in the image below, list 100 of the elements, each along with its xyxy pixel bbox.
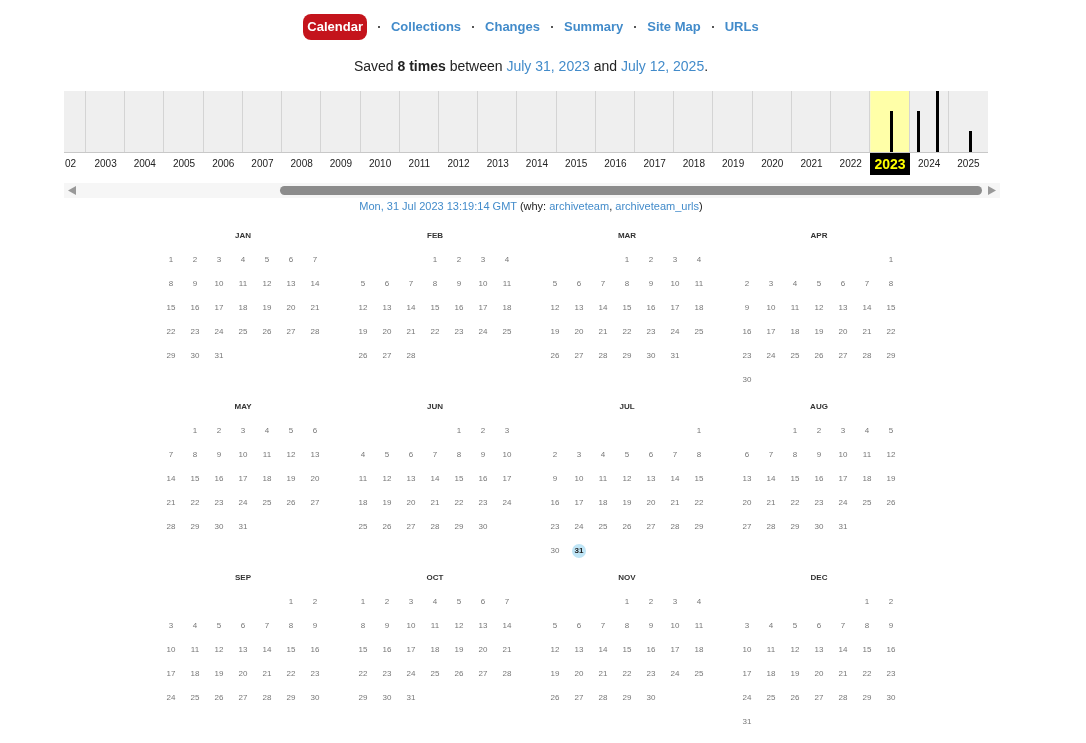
year-label[interactable]: 2018 bbox=[682, 158, 705, 170]
year-label[interactable]: 2006 bbox=[212, 158, 235, 170]
calendar-day: 12 bbox=[382, 474, 392, 484]
calendar-day: 22 bbox=[286, 669, 296, 679]
calendar-day: 16 bbox=[310, 645, 320, 655]
calendar-day: 9 bbox=[312, 621, 318, 631]
calendar-day: 17 bbox=[502, 474, 512, 484]
scrollbar-thumb[interactable] bbox=[280, 186, 982, 195]
calendar-day: 27 bbox=[574, 693, 584, 703]
calendar-day: 9 bbox=[648, 621, 654, 631]
calendar-day: 8 bbox=[192, 450, 198, 460]
calendar-day: 23 bbox=[646, 669, 656, 679]
year-label[interactable]: 2017 bbox=[643, 158, 666, 170]
calendar-day: 11 bbox=[790, 303, 800, 313]
year-label[interactable]: 02 bbox=[64, 158, 77, 170]
calendar-day: 21 bbox=[838, 669, 848, 679]
calendar-day: 3 bbox=[168, 621, 174, 631]
scroll-right-icon[interactable] bbox=[988, 186, 996, 195]
calendar-day: 7 bbox=[504, 597, 510, 607]
scrollbar-track[interactable] bbox=[64, 183, 1000, 198]
calendar-day: 17 bbox=[838, 474, 848, 484]
year-label[interactable]: 2025 bbox=[957, 158, 980, 170]
calendar-day: 12 bbox=[262, 279, 272, 289]
calendar-day: 25 bbox=[358, 522, 368, 532]
calendar-day: 15 bbox=[790, 474, 800, 484]
calendar-day: 16 bbox=[646, 303, 656, 313]
calendar-day: 24 bbox=[670, 327, 680, 337]
calendar-day: 13 bbox=[646, 474, 656, 484]
year-label[interactable]: 2021 bbox=[800, 158, 823, 170]
calendar-day: 24 bbox=[238, 498, 248, 508]
calendar-day: 3 bbox=[744, 621, 750, 631]
calendar-day: 20 bbox=[574, 669, 584, 679]
calendar-day: 14 bbox=[838, 645, 848, 655]
calendar-day: 2 bbox=[480, 426, 486, 436]
year-label[interactable]: 2022 bbox=[839, 158, 862, 170]
calendar-day: 3 bbox=[408, 597, 414, 607]
year-label[interactable]: 2010 bbox=[369, 158, 392, 170]
year-label[interactable]: 2012 bbox=[447, 158, 470, 170]
nav-tab[interactable]: Collections bbox=[391, 14, 462, 40]
calendar-day: 24 bbox=[766, 351, 776, 361]
year-label[interactable]: 2024 bbox=[918, 158, 941, 170]
calendar-day: 16 bbox=[190, 303, 200, 313]
calendar-day: 23 bbox=[454, 327, 464, 337]
calendar-day: 31 bbox=[742, 717, 752, 727]
year-label[interactable]: 2014 bbox=[525, 158, 549, 170]
year-label[interactable]: 2008 bbox=[290, 158, 313, 170]
year-label[interactable]: 2016 bbox=[604, 158, 627, 170]
calendar-day: 21 bbox=[598, 669, 608, 679]
calendar-day: 30 bbox=[214, 522, 224, 532]
month-title: MAR bbox=[617, 231, 637, 241]
year-label[interactable]: 2004 bbox=[133, 158, 156, 170]
calendar-day: 24 bbox=[478, 327, 488, 337]
calendar-day[interactable]: 31 bbox=[572, 544, 586, 558]
calendar-day: 15 bbox=[358, 645, 368, 655]
calendar-day: 21 bbox=[502, 645, 512, 655]
calendar-day: 18 bbox=[766, 669, 776, 679]
capture-info-text: Mon, 31 Jul 2023 13:19:14 GMT (why: archiveteam, archiveteam_urls) bbox=[359, 199, 703, 213]
year-label[interactable]: 2013 bbox=[486, 158, 509, 170]
calendar-day: 10 bbox=[574, 474, 584, 484]
calendar-day: 28 bbox=[862, 351, 872, 361]
nav-tab[interactable]: Summary bbox=[563, 14, 624, 40]
year-label[interactable]: 2015 bbox=[565, 158, 588, 170]
calendar-day: 9 bbox=[888, 621, 894, 631]
year-label[interactable]: 2005 bbox=[172, 158, 196, 170]
calendar-day: 17 bbox=[670, 645, 680, 655]
calendar-day: 6 bbox=[648, 450, 654, 460]
calendar-day: 1 bbox=[168, 255, 174, 265]
calendar-day: 27 bbox=[310, 498, 320, 508]
calendar-day: 13 bbox=[742, 474, 752, 484]
nav-tab[interactable]: Calendar bbox=[303, 14, 367, 40]
calendar-day: 3 bbox=[216, 255, 222, 265]
calendar-day: 9 bbox=[552, 474, 558, 484]
date-link[interactable]: July 31, 2023 bbox=[506, 58, 590, 74]
year-label[interactable]: 2007 bbox=[251, 158, 274, 170]
nav-tab[interactable]: Site Map bbox=[647, 14, 701, 40]
year-label[interactable]: 2019 bbox=[721, 158, 745, 170]
year-label[interactable]: 2003 bbox=[94, 158, 117, 170]
calendar-day: 26 bbox=[790, 693, 800, 703]
calendar-day: 23 bbox=[742, 351, 752, 361]
year-label[interactable]: 2023 bbox=[870, 153, 910, 175]
calendar-day: 22 bbox=[190, 498, 200, 508]
calendar-day: 1 bbox=[624, 597, 630, 607]
year-label[interactable]: 2009 bbox=[329, 158, 353, 170]
calendar-day: 17 bbox=[766, 327, 776, 337]
nav-tab[interactable]: URLs bbox=[724, 14, 759, 40]
calendar-day: 4 bbox=[768, 621, 774, 631]
calendar-day: 27 bbox=[478, 669, 488, 679]
calendar-day: 8 bbox=[168, 279, 174, 289]
calendar-day: 2 bbox=[816, 426, 822, 436]
capture-link[interactable]: Mon, 31 Jul 2023 13:19:14 GMT bbox=[359, 200, 517, 212]
calendar-day: 9 bbox=[816, 450, 822, 460]
calendar-day: 18 bbox=[190, 669, 200, 679]
year-label[interactable]: 2011 bbox=[408, 158, 431, 170]
year-label[interactable]: 2020 bbox=[761, 158, 784, 170]
nav-tab[interactable]: Changes bbox=[485, 14, 540, 40]
scroll-left-icon[interactable] bbox=[68, 186, 76, 195]
calendar-day: 15 bbox=[166, 303, 176, 313]
calendar-day: 15 bbox=[862, 645, 872, 655]
calendar-day: 20 bbox=[646, 498, 656, 508]
calendar-day: 13 bbox=[574, 645, 584, 655]
